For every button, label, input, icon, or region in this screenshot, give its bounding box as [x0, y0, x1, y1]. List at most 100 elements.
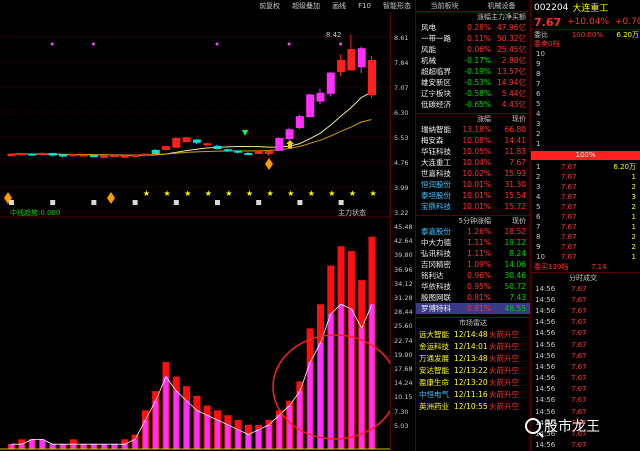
candle-body	[295, 116, 304, 129]
sector-row[interactable]: 低碳经济 -0.65% 4.43亿	[416, 99, 530, 110]
speed-row[interactable]: 中大力德 1.11% 19.12	[416, 237, 530, 248]
candle-body	[306, 94, 315, 118]
trade-price: 7.67	[571, 351, 587, 360]
sub-tick: 36.96	[394, 265, 413, 274]
candle-body	[337, 60, 346, 72]
price-tick: 3.99	[394, 184, 409, 192]
candle-body	[131, 154, 140, 157]
speed-pct: 0.95%	[467, 282, 491, 291]
sub-force-bar	[215, 420, 220, 449]
weibi-bar: 100%	[531, 151, 640, 160]
col-pct[interactable]: 涨幅	[456, 12, 491, 22]
sector-amt: 13.57亿	[497, 67, 526, 76]
sector-columns: 涨幅 主力净买额	[416, 11, 530, 22]
buy-level-price: 7.67	[561, 213, 577, 221]
gainer-row[interactable]: 宝鼎科技 10.01% 15.72	[416, 201, 530, 212]
radar-row[interactable]: 安达智能 12/13:22 火箭升空	[416, 364, 530, 376]
col-pct[interactable]: 涨幅	[456, 114, 491, 124]
speed-row[interactable]: 吉冈精密 1.09% 14.06	[416, 259, 530, 270]
candle-body	[59, 154, 67, 157]
candle-body	[151, 149, 160, 154]
signal-dot	[215, 42, 219, 46]
gainer-price: 14.41	[504, 136, 526, 145]
sector-row[interactable]: 辽宁板块 -0.58% 5.44亿	[416, 88, 530, 99]
gainer-row[interactable]: 梅安森 10.08% 14.41	[416, 135, 530, 146]
col-price[interactable]: 现价	[491, 114, 529, 124]
speed-pct: 0.96%	[467, 271, 491, 280]
sub-force-bar	[297, 391, 303, 449]
sub-tick: 14.24	[394, 379, 413, 388]
sector-row[interactable]: 超超临界 -0.19% 13.57亿	[416, 66, 530, 77]
trades-title[interactable]: 分时成交	[531, 273, 597, 283]
speed-row[interactable]: 弘讯科技 1.11% 8.24	[416, 248, 530, 259]
col-amt[interactable]: 主力净买额	[491, 12, 529, 22]
sector-name: 辽宁板块	[421, 89, 451, 98]
toolbar-item-overlay[interactable]: 超级叠加	[292, 1, 320, 11]
gainer-row[interactable]: 华钰科技 10.05% 11.83	[416, 146, 530, 157]
kline-chart[interactable]: 8.42 ★ ★ ★ ★ ★ ★ ★ ★ ★ ★ ★ ★	[0, 12, 390, 451]
sell-level-num: 2	[536, 130, 541, 138]
candle-body	[110, 155, 119, 158]
weibi-row: 委比 100.00% 6.20万	[531, 29, 640, 39]
sell-level: 6	[531, 89, 640, 99]
sector-row[interactable]: 雄安新区 -0.53% 14.94亿	[416, 77, 530, 88]
gainer-row[interactable]: 泰坦股份 10.01% 15.54	[416, 190, 530, 201]
sector-row[interactable]: 风能 0.06% 25.45亿	[416, 44, 530, 55]
radar-row[interactable]: 万通发展 12/13:48 火箭升空	[416, 352, 530, 364]
col-5min[interactable]: 5分钟涨幅	[456, 216, 491, 226]
sector-amt: 5.44亿	[501, 89, 526, 98]
speed-row[interactable]: 罗博特科 0.81% 48.55	[416, 303, 530, 314]
buy-level-price: 7.67	[561, 183, 577, 191]
speed-name: 华依科技	[421, 282, 451, 291]
radar-row[interactable]: 中恒电气 12/11:16 火箭升空	[416, 388, 530, 400]
sector-current-tab[interactable]: 当前板块	[431, 1, 459, 11]
speed-row[interactable]: 殷图网联 0.81% 7.43	[416, 292, 530, 303]
speed-row[interactable]: 华依科技 0.95% 50.72	[416, 281, 530, 292]
sell-level-num: 4	[536, 110, 541, 118]
gainer-row[interactable]: 瑞纳智能 13.18% 66.80	[416, 124, 530, 135]
candle-body	[28, 153, 37, 156]
toolbar-item-smart[interactable]: 智能形态	[383, 1, 411, 11]
speed-price: 30.46	[504, 271, 526, 280]
indicator-label: 中线趋势:0.000	[10, 209, 61, 217]
sector-list: 风电 0.28% 47.96亿 一带一路 0.11% 50.32亿 风能 0.06% 25.45…	[416, 22, 530, 110]
col-price[interactable]: 现价	[491, 216, 529, 226]
speed-price: 19.12	[504, 238, 526, 247]
radar-row[interactable]: 远大智能 12/14:48 火箭升空	[416, 328, 530, 340]
toolbar-item-draw[interactable]: 画线	[332, 1, 346, 11]
gainer-row[interactable]: 大连重工 10.04% 7.67	[416, 157, 530, 168]
speed-row[interactable]: 泰嘉股份 1.26% 18.52	[416, 226, 530, 237]
signal-dot	[287, 42, 291, 46]
toolbar-item-fq[interactable]: 前复权	[259, 1, 280, 11]
gainer-row[interactable]: 世嘉科技 10.02% 15.93	[416, 168, 530, 179]
radar-row[interactable]: 金运科技 12/14:01 火箭升空	[416, 340, 530, 352]
speed-row[interactable]: 铭利达 0.96% 30.46	[416, 270, 530, 281]
trade-price: 7.67	[571, 362, 587, 371]
speed-name: 殷图网联	[421, 293, 451, 302]
sector-pct: -0.17%	[464, 56, 491, 65]
buy-level: 2 7.67 1	[531, 172, 640, 182]
trade-time: 14:56	[535, 441, 556, 450]
sub-force-bar	[132, 439, 138, 449]
candle-body	[120, 155, 129, 158]
trade-row: 14:56 7.67	[531, 350, 640, 361]
candle-body	[38, 152, 47, 155]
radar-row[interactable]: 英洲药业 12/10:55 火箭升空	[416, 400, 530, 412]
toolbar-item-f10[interactable]: F10	[358, 2, 371, 10]
gainer-row[interactable]: 恒润股份 10.01% 31.30	[416, 179, 530, 190]
sector-pct: -0.53%	[464, 78, 491, 87]
trade-time: 14:56	[535, 362, 556, 371]
sector-row[interactable]: 机械 -0.17% 2.88亿	[416, 55, 530, 66]
radar-row[interactable]: 盈康生命 12/13:20 火箭升空	[416, 376, 530, 388]
sector-industry-tab[interactable]: 机械设备	[488, 1, 516, 11]
sector-row[interactable]: 风电 0.28% 47.96亿	[416, 22, 530, 33]
trade-row: 14:56 7.67	[531, 339, 640, 350]
sector-row[interactable]: 一带一路 0.11% 50.32亿	[416, 33, 530, 44]
sub-force-bar	[256, 429, 262, 449]
buy-book: 1 7.67 6.20万 2 7.67 1 3 7.67 2 4 7.67 3 5 7.67 2 6 7.67 1…	[531, 162, 640, 262]
buy-label: 委买139档	[534, 263, 569, 271]
buy-level-vol: 1	[631, 213, 636, 221]
sell-level: 1	[531, 139, 640, 149]
gainer-pct: 10.08%	[462, 136, 491, 145]
gainer-pct: 10.05%	[462, 147, 491, 156]
